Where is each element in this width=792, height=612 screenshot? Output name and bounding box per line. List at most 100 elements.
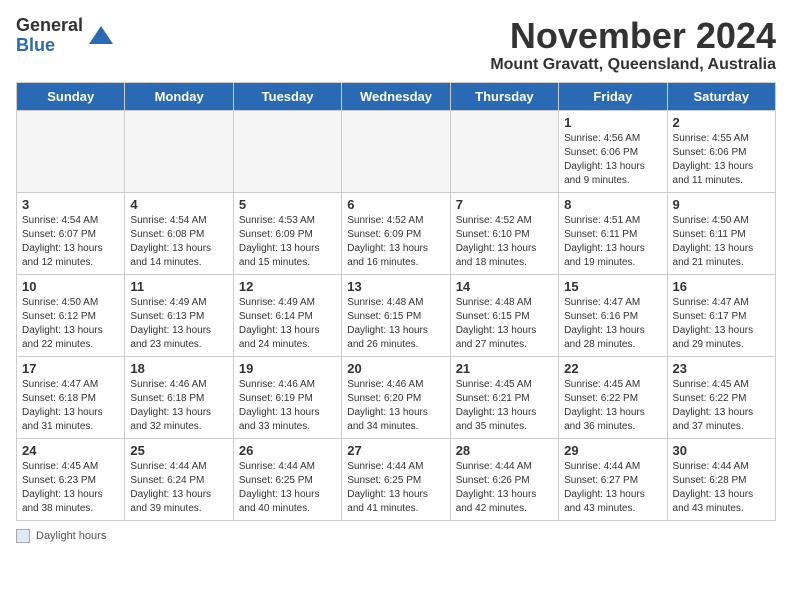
- title-block: November 2024 Mount Gravatt, Queensland,…: [490, 16, 776, 74]
- day-info: Sunrise: 4:44 AM Sunset: 6:27 PM Dayligh…: [564, 460, 661, 516]
- table-row: 14 Sunrise: 4:48 AM Sunset: 6:15 PM Dayli…: [450, 274, 558, 356]
- table-row: 1Sunrise: 4:56 AM Sunset: 6:06 PM Daylig…: [559, 110, 667, 192]
- table-row: 26 Sunrise: 4:44 AM Sunset: 6:25 PM Dayli…: [233, 438, 341, 520]
- day-number: 28: [456, 443, 553, 458]
- day-info: Sunrise: 4:46 AM Sunset: 6:19 PM Dayligh…: [239, 378, 336, 434]
- day-number: 24: [22, 443, 119, 458]
- logo-blue: Blue: [16, 36, 83, 56]
- day-info: Sunrise: 4:52 AM Sunset: 6:10 PM Dayligh…: [456, 214, 553, 270]
- col-friday: Friday: [559, 82, 667, 110]
- day-number: 22: [564, 361, 661, 376]
- day-number: 14: [456, 279, 553, 294]
- table-row: 12 Sunrise: 4:49 AM Sunset: 6:14 PM Dayli…: [233, 274, 341, 356]
- day-number: 1: [564, 115, 661, 130]
- day-info: Sunrise: 4:44 AM Sunset: 6:25 PM Dayligh…: [239, 460, 336, 516]
- day-info: Sunrise: 4:44 AM Sunset: 6:25 PM Dayligh…: [347, 460, 444, 516]
- day-info: Sunrise: 4:51 AM Sunset: 6:11 PM Dayligh…: [564, 214, 661, 270]
- table-row: 5 Sunrise: 4:53 AM Sunset: 6:09 PM Daylig…: [233, 192, 341, 274]
- day-info: Sunrise: 4:44 AM Sunset: 6:26 PM Dayligh…: [456, 460, 553, 516]
- table-row: 11Sunrise: 4:49 AM Sunset: 6:13 PM Dayli…: [125, 274, 233, 356]
- day-info: Sunrise: 4:45 AM Sunset: 6:22 PM Dayligh…: [673, 378, 770, 434]
- day-info: Sunrise: 4:44 AM Sunset: 6:28 PM Dayligh…: [673, 460, 770, 516]
- day-number: 7: [456, 197, 553, 212]
- table-row: 3 Sunrise: 4:54 AM Sunset: 6:07 PM Daylig…: [17, 192, 125, 274]
- day-number: 23: [673, 361, 770, 376]
- table-row: [342, 110, 450, 192]
- calendar-header: Sunday Monday Tuesday Wednesday Thursday…: [17, 82, 776, 110]
- table-row: 2 Sunrise: 4:55 AM Sunset: 6:06 PM Daylig…: [667, 110, 775, 192]
- day-info: Sunrise: 4:54 AM Sunset: 6:08 PM Dayligh…: [130, 214, 227, 270]
- day-number: 30: [673, 443, 770, 458]
- day-number: 18: [130, 361, 227, 376]
- day-number: 19: [239, 361, 336, 376]
- day-info: Sunrise: 4:47 AM Sunset: 6:18 PM Dayligh…: [22, 378, 119, 434]
- logo: General Blue: [16, 16, 115, 56]
- location-subtitle: Mount Gravatt, Queensland, Australia: [490, 56, 776, 74]
- day-info: Sunrise: 4:49 AM Sunset: 6:14 PM Dayligh…: [239, 296, 336, 352]
- table-row: 21Sunrise: 4:45 AM Sunset: 6:21 PM Dayli…: [450, 356, 558, 438]
- table-row: 18 Sunrise: 4:46 AM Sunset: 6:18 PM Dayli…: [125, 356, 233, 438]
- day-number: 6: [347, 197, 444, 212]
- day-number: 29: [564, 443, 661, 458]
- day-info: Sunrise: 4:47 AM Sunset: 6:17 PM Dayligh…: [673, 296, 770, 352]
- day-number: 2: [673, 115, 770, 130]
- table-row: 6 Sunrise: 4:52 AM Sunset: 6:09 PM Daylig…: [342, 192, 450, 274]
- table-row: 20Sunrise: 4:46 AM Sunset: 6:20 PM Dayli…: [342, 356, 450, 438]
- table-row: 28 Sunrise: 4:44 AM Sunset: 6:26 PM Dayli…: [450, 438, 558, 520]
- table-row: [233, 110, 341, 192]
- table-row: 22Sunrise: 4:45 AM Sunset: 6:22 PM Dayli…: [559, 356, 667, 438]
- table-row: [17, 110, 125, 192]
- day-info: Sunrise: 4:52 AM Sunset: 6:09 PM Dayligh…: [347, 214, 444, 270]
- day-number: 11: [130, 279, 227, 294]
- logo-general: General: [16, 16, 83, 36]
- day-info: Sunrise: 4:53 AM Sunset: 6:09 PM Dayligh…: [239, 214, 336, 270]
- day-number: 9: [673, 197, 770, 212]
- table-row: 13 Sunrise: 4:48 AM Sunset: 6:15 PM Dayli…: [342, 274, 450, 356]
- day-info: Sunrise: 4:45 AM Sunset: 6:23 PM Dayligh…: [22, 460, 119, 516]
- table-row: 16 Sunrise: 4:47 AM Sunset: 6:17 PM Dayli…: [667, 274, 775, 356]
- day-number: 8: [564, 197, 661, 212]
- table-row: 9 Sunrise: 4:50 AM Sunset: 6:11 PM Daylig…: [667, 192, 775, 274]
- calendar-body: 1Sunrise: 4:56 AM Sunset: 6:06 PM Daylig…: [17, 110, 776, 520]
- table-row: 8 Sunrise: 4:51 AM Sunset: 6:11 PM Daylig…: [559, 192, 667, 274]
- table-row: 30 Sunrise: 4:44 AM Sunset: 6:28 PM Dayli…: [667, 438, 775, 520]
- day-info: Sunrise: 4:50 AM Sunset: 6:12 PM Dayligh…: [22, 296, 119, 352]
- logo-icon: [87, 22, 115, 50]
- table-row: [125, 110, 233, 192]
- day-number: 20: [347, 361, 444, 376]
- page-header: General Blue November 2024 Mount Gravatt…: [16, 16, 776, 74]
- day-info: Sunrise: 4:55 AM Sunset: 6:06 PM Dayligh…: [673, 132, 770, 188]
- table-row: 7 Sunrise: 4:52 AM Sunset: 6:10 PM Daylig…: [450, 192, 558, 274]
- calendar-table: Sunday Monday Tuesday Wednesday Thursday…: [16, 82, 776, 521]
- month-title: November 2024: [490, 16, 776, 56]
- day-info: Sunrise: 4:47 AM Sunset: 6:16 PM Dayligh…: [564, 296, 661, 352]
- table-row: 10 Sunrise: 4:50 AM Sunset: 6:12 PM Dayli…: [17, 274, 125, 356]
- table-row: 25Sunrise: 4:44 AM Sunset: 6:24 PM Dayli…: [125, 438, 233, 520]
- day-number: 3: [22, 197, 119, 212]
- col-sunday: Sunday: [17, 82, 125, 110]
- day-info: Sunrise: 4:50 AM Sunset: 6:11 PM Dayligh…: [673, 214, 770, 270]
- day-number: 5: [239, 197, 336, 212]
- col-tuesday: Tuesday: [233, 82, 341, 110]
- table-row: 17 Sunrise: 4:47 AM Sunset: 6:18 PM Dayli…: [17, 356, 125, 438]
- day-number: 25: [130, 443, 227, 458]
- footer-label: Daylight hours: [36, 530, 106, 542]
- day-info: Sunrise: 4:48 AM Sunset: 6:15 PM Dayligh…: [456, 296, 553, 352]
- col-wednesday: Wednesday: [342, 82, 450, 110]
- table-row: 15Sunrise: 4:47 AM Sunset: 6:16 PM Dayli…: [559, 274, 667, 356]
- col-monday: Monday: [125, 82, 233, 110]
- day-number: 26: [239, 443, 336, 458]
- day-info: Sunrise: 4:54 AM Sunset: 6:07 PM Dayligh…: [22, 214, 119, 270]
- day-info: Sunrise: 4:48 AM Sunset: 6:15 PM Dayligh…: [347, 296, 444, 352]
- col-saturday: Saturday: [667, 82, 775, 110]
- day-number: 12: [239, 279, 336, 294]
- table-row: 27Sunrise: 4:44 AM Sunset: 6:25 PM Dayli…: [342, 438, 450, 520]
- table-row: 19 Sunrise: 4:46 AM Sunset: 6:19 PM Dayli…: [233, 356, 341, 438]
- day-info: Sunrise: 4:45 AM Sunset: 6:21 PM Dayligh…: [456, 378, 553, 434]
- day-info: Sunrise: 4:46 AM Sunset: 6:18 PM Dayligh…: [130, 378, 227, 434]
- table-row: 23 Sunrise: 4:45 AM Sunset: 6:22 PM Dayli…: [667, 356, 775, 438]
- day-number: 16: [673, 279, 770, 294]
- day-number: 13: [347, 279, 444, 294]
- day-number: 10: [22, 279, 119, 294]
- day-number: 17: [22, 361, 119, 376]
